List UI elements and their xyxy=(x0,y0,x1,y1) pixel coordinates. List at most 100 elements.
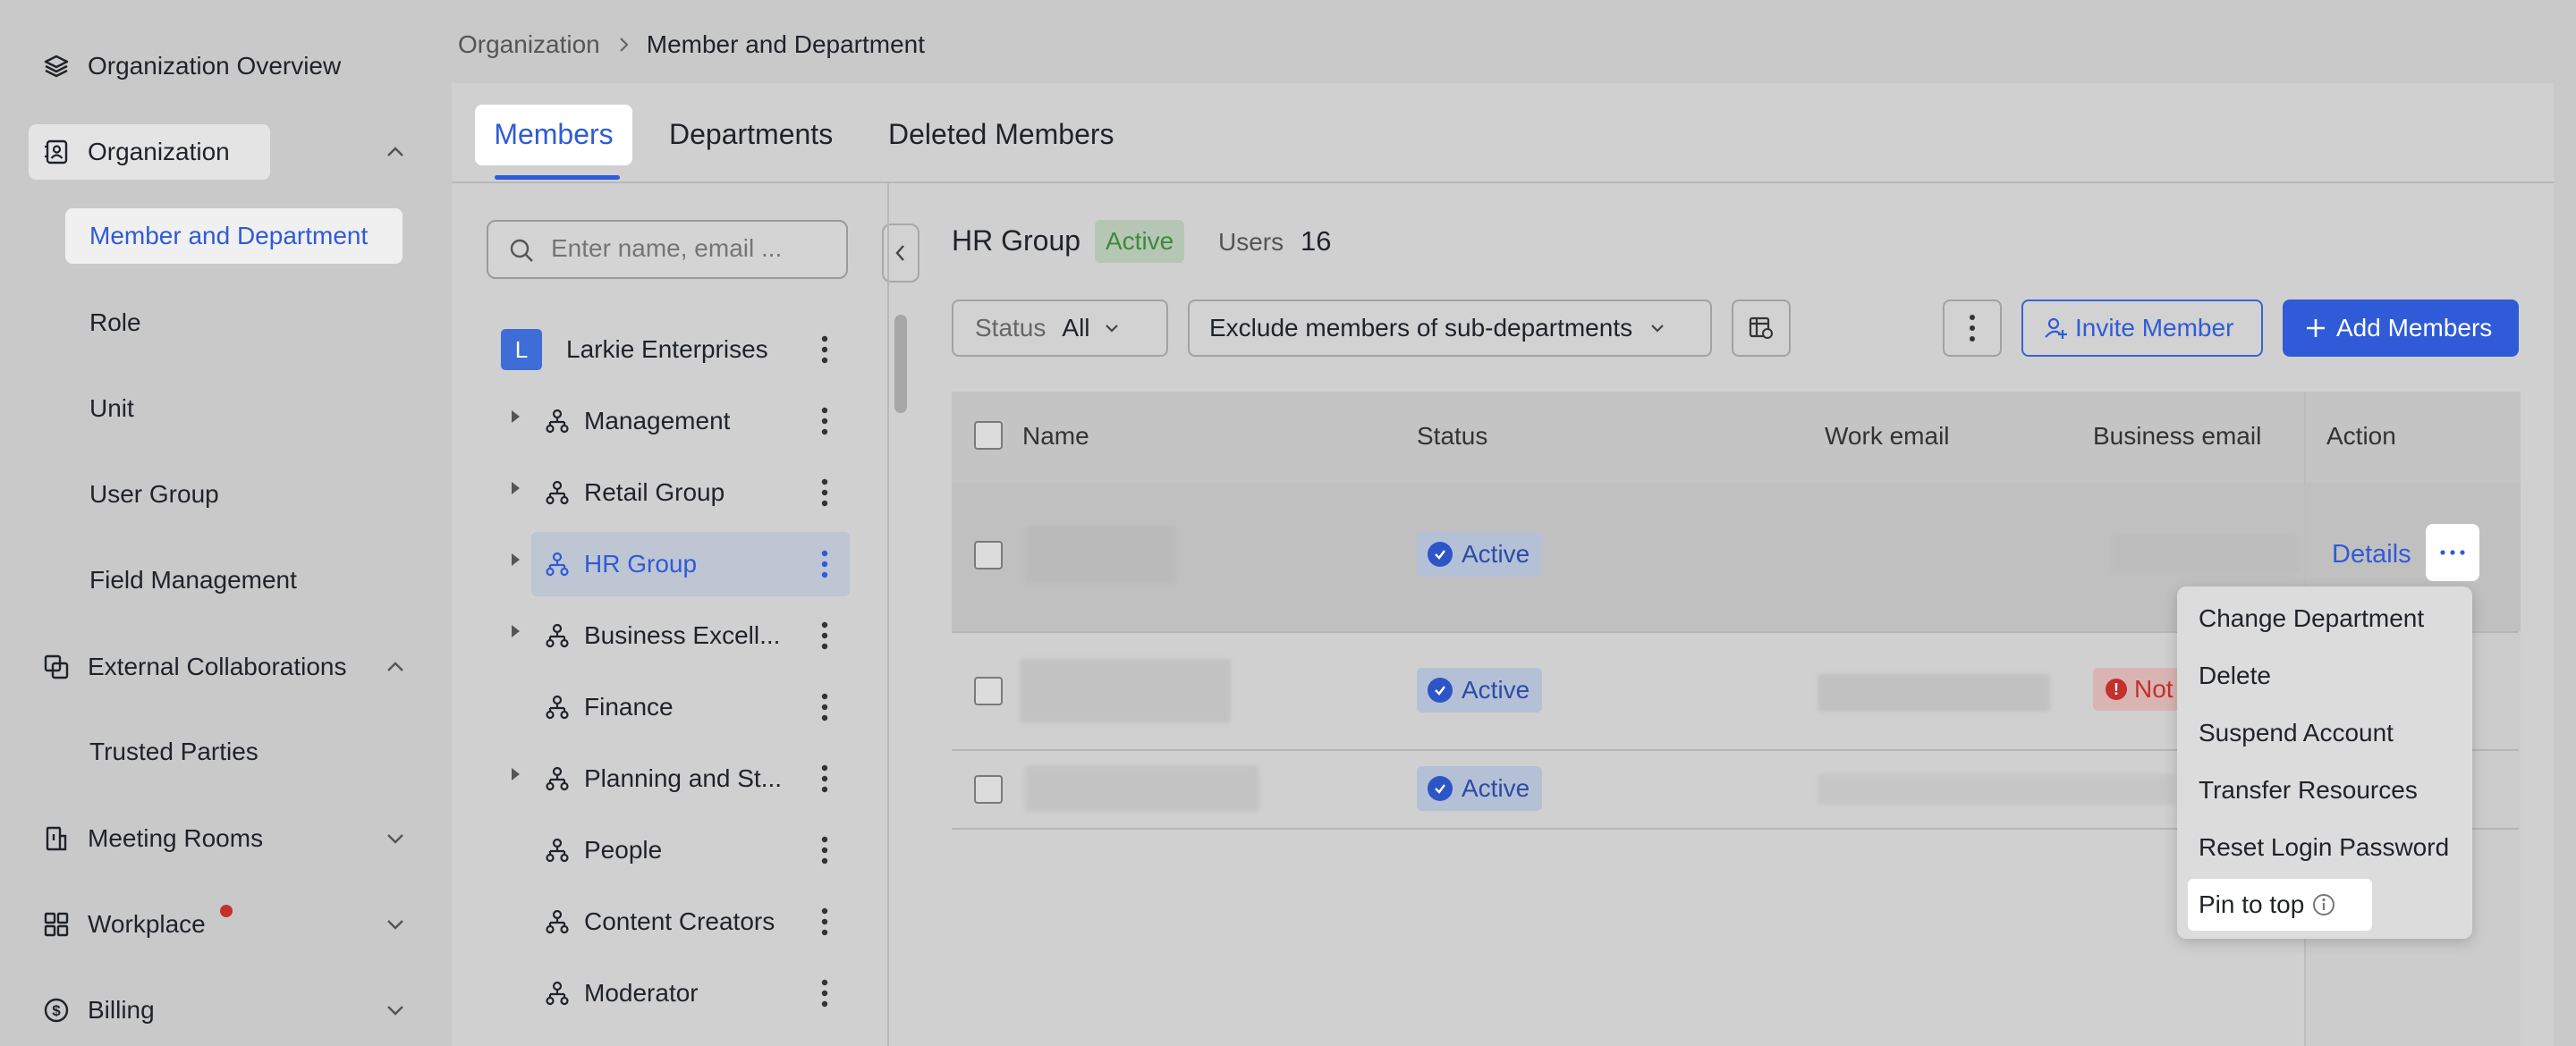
tree-item[interactable]: Finance xyxy=(501,675,850,739)
menu-suspend-account[interactable]: Suspend Account xyxy=(2199,719,2394,747)
menu-delete[interactable]: Delete xyxy=(2199,662,2271,690)
chevron-down-icon[interactable] xyxy=(383,998,408,1023)
expand-arrow-icon[interactable] xyxy=(512,410,520,423)
nav-trusted-parties[interactable]: Trusted Parties xyxy=(89,725,258,779)
row-checkbox[interactable] xyxy=(974,677,1003,705)
department-icon xyxy=(546,623,569,648)
more-vertical-icon[interactable] xyxy=(816,904,834,940)
status-filter-value: All xyxy=(1062,314,1090,342)
nav-organization-overview[interactable]: Organization Overview xyxy=(29,38,341,94)
tree-item[interactable]: Retail Group xyxy=(501,460,850,525)
tree-item-label: Content Creators xyxy=(584,907,775,935)
status-filter[interactable]: Status All xyxy=(952,299,1168,357)
name-redacted xyxy=(1025,526,1177,583)
column-header-work-email[interactable]: Work email xyxy=(1825,422,1950,451)
tree-item-label: HR Group xyxy=(584,550,698,578)
more-vertical-icon[interactable] xyxy=(816,546,834,582)
subdepartment-filter[interactable]: Exclude members of sub-departments xyxy=(1188,299,1712,357)
chevron-down-icon xyxy=(1651,325,1664,333)
org-avatar: L xyxy=(501,329,542,370)
menu-change-department[interactable]: Change Department xyxy=(2199,604,2424,633)
nav-organization[interactable]: Organization xyxy=(29,124,230,180)
nav-field-management[interactable]: Field Management xyxy=(89,553,297,607)
status-text: Active xyxy=(1462,774,1530,802)
more-vertical-icon[interactable] xyxy=(816,975,834,1011)
column-header-status[interactable]: Status xyxy=(1417,422,1487,451)
tree-item[interactable]: People xyxy=(501,818,850,882)
more-vertical-icon[interactable] xyxy=(816,832,834,868)
expand-arrow-icon[interactable] xyxy=(512,553,520,566)
column-settings-icon xyxy=(1749,316,1773,339)
breadcrumb-parent[interactable]: Organization xyxy=(458,30,600,59)
details-link[interactable]: Details xyxy=(2332,540,2411,569)
tree-item[interactable]: HR Group xyxy=(512,532,850,596)
tab-departments[interactable]: Departments xyxy=(669,118,833,151)
search-box[interactable] xyxy=(487,220,848,279)
row-checkbox[interactable] xyxy=(974,775,1003,804)
more-vertical-icon[interactable] xyxy=(816,618,834,654)
expand-arrow-icon[interactable] xyxy=(512,482,520,494)
users-label: Users xyxy=(1218,228,1284,256)
nav-user-group[interactable]: User Group xyxy=(89,468,219,521)
tab-members[interactable]: Members xyxy=(475,118,632,151)
column-header-name[interactable]: Name xyxy=(1022,422,1089,451)
more-vertical-icon[interactable] xyxy=(816,332,834,367)
nav-meeting-rooms[interactable]: Meeting Rooms xyxy=(29,811,263,866)
tree-item-label: Planning and St... xyxy=(584,764,783,792)
tree-item[interactable]: Moderator xyxy=(501,961,850,1025)
more-horizontal-icon xyxy=(2440,550,2465,555)
tree-item[interactable]: Content Creators xyxy=(501,890,850,954)
expand-arrow-icon[interactable] xyxy=(512,768,520,780)
expand-arrow-icon[interactable] xyxy=(512,625,520,637)
breadcrumb-current: Member and Department xyxy=(646,30,926,58)
chevron-right-icon xyxy=(619,38,629,52)
nav-external-collaborations[interactable]: External Collaborations xyxy=(29,639,347,695)
select-all-checkbox[interactable] xyxy=(974,421,1003,450)
nav-label: Workplace xyxy=(88,910,206,938)
notification-dot xyxy=(220,905,233,917)
tree-item[interactable]: Business Excell... xyxy=(501,603,850,668)
nav-label: Organization xyxy=(88,138,230,165)
status-badge: Active xyxy=(1417,532,1543,577)
menu-reset-login-password[interactable]: Reset Login Password xyxy=(2199,833,2449,862)
column-header-business-email[interactable]: Business email xyxy=(2093,422,2261,451)
row-more-button[interactable] xyxy=(2426,524,2479,581)
department-icon xyxy=(546,695,569,720)
more-vertical-icon[interactable] xyxy=(816,761,834,797)
tree-scrollbar[interactable] xyxy=(894,315,907,413)
nav-member-and-department[interactable]: Member and Department xyxy=(89,209,368,263)
tree-item[interactable]: Management xyxy=(501,389,850,453)
invite-member-button[interactable]: Invite Member xyxy=(2021,299,2263,357)
check-circle-icon xyxy=(1428,542,1453,567)
nav-workplace[interactable]: Workplace xyxy=(29,897,233,952)
tree-root[interactable]: L Larkie Enterprises xyxy=(501,317,850,382)
tree-item-label: People xyxy=(584,836,663,864)
department-icon xyxy=(546,981,569,1006)
group-status-badge: Active xyxy=(1095,220,1185,263)
row-checkbox[interactable] xyxy=(974,541,1003,569)
chevron-up-icon[interactable] xyxy=(383,139,408,164)
column-settings-button[interactable] xyxy=(1732,299,1791,357)
tree-root-label: Larkie Enterprises xyxy=(566,335,768,363)
chevron-down-icon xyxy=(1105,325,1118,333)
nav-role[interactable]: Role xyxy=(89,296,141,350)
tab-deleted-members[interactable]: Deleted Members xyxy=(888,118,1114,151)
status-filter-label: Status xyxy=(975,314,1046,342)
more-vertical-icon[interactable] xyxy=(816,475,834,510)
search-input[interactable] xyxy=(551,230,835,267)
more-vertical-icon[interactable] xyxy=(816,689,834,725)
chevron-down-icon[interactable] xyxy=(383,912,408,937)
chevron-up-icon[interactable] xyxy=(383,654,408,679)
nav-unit[interactable]: Unit xyxy=(89,382,134,435)
info-icon[interactable] xyxy=(2311,892,2336,917)
more-vertical-icon[interactable] xyxy=(816,403,834,439)
nav-billing[interactable]: $ Billing xyxy=(29,983,155,1038)
menu-transfer-resources[interactable]: Transfer Resources xyxy=(2199,776,2418,805)
tree-item[interactable]: Planning and St... xyxy=(501,747,850,811)
building-icon xyxy=(39,822,73,856)
add-members-label: Add Members xyxy=(2336,314,2493,342)
menu-pin-to-top[interactable]: Pin to top xyxy=(2199,890,2336,919)
add-members-button[interactable]: Add Members xyxy=(2283,299,2519,357)
more-options-button[interactable] xyxy=(1943,299,2002,357)
chevron-down-icon[interactable] xyxy=(383,826,408,851)
